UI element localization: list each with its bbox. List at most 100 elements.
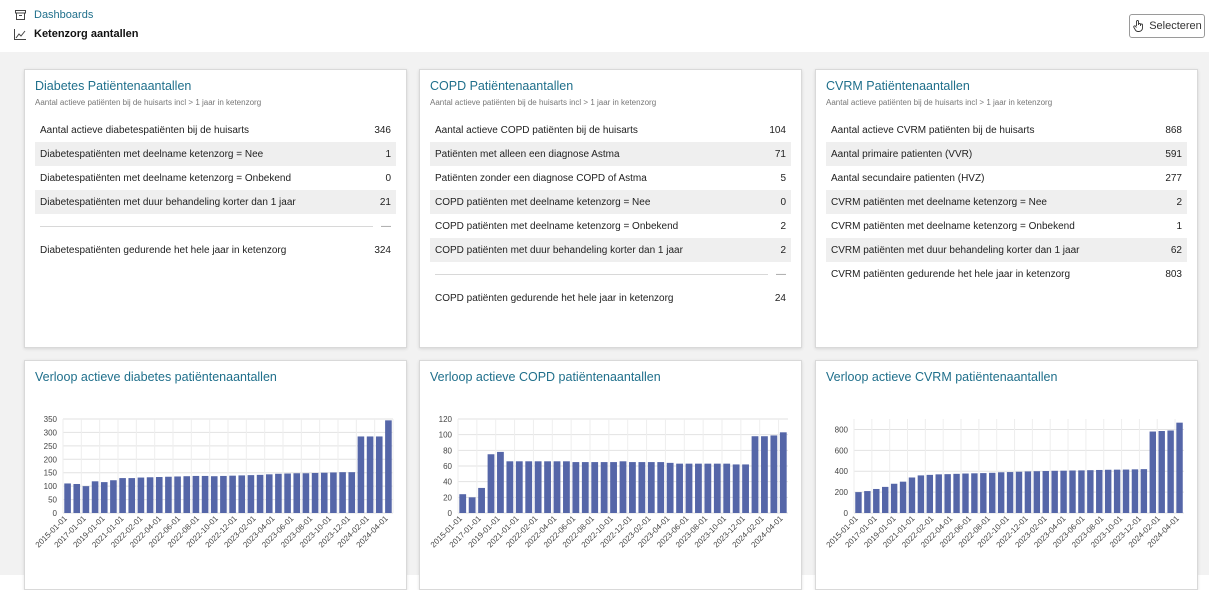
chart-bar[interactable] [935, 474, 942, 513]
chart-bar[interactable] [348, 472, 356, 513]
chart-bar[interactable] [629, 462, 636, 513]
chart-bar[interactable] [385, 420, 392, 513]
chart-bar[interactable] [685, 463, 693, 513]
chart-bar[interactable] [704, 463, 712, 513]
chart-bar[interactable] [989, 472, 996, 513]
chart-bar[interactable] [1078, 470, 1085, 513]
chart-bar[interactable] [1176, 422, 1183, 513]
chart-bar[interactable] [1131, 469, 1139, 513]
chart-bar[interactable] [572, 462, 580, 513]
chart-bar[interactable] [1167, 430, 1174, 513]
chart-bar[interactable] [478, 487, 485, 513]
chart-bar[interactable] [64, 483, 71, 513]
chart-bar[interactable] [581, 462, 589, 513]
chart-bar[interactable] [487, 454, 495, 513]
chart-bar[interactable] [890, 483, 898, 513]
chart-bar[interactable] [1015, 471, 1023, 513]
chart-bar[interactable] [155, 477, 163, 513]
chart-bar[interactable] [1042, 471, 1049, 513]
chart-bar[interactable] [695, 463, 702, 513]
chart-bar[interactable] [311, 472, 319, 513]
chart-bar[interactable] [73, 483, 81, 513]
chart-bar[interactable] [1158, 431, 1165, 513]
chart-bar[interactable] [751, 436, 759, 513]
chart-bar[interactable] [742, 464, 749, 513]
chart-bar[interactable] [1096, 469, 1103, 513]
chart-bar[interactable] [1024, 471, 1032, 513]
chart-bar[interactable] [1113, 469, 1121, 513]
chart-bar[interactable] [553, 461, 561, 513]
chart-bar[interactable] [917, 475, 925, 513]
chart-bar[interactable] [330, 472, 337, 513]
chart-bar[interactable] [1069, 470, 1076, 513]
chart-bar[interactable] [210, 476, 218, 513]
chart-bar[interactable] [183, 476, 191, 513]
chart-bar[interactable] [666, 462, 674, 513]
chart-bar[interactable] [1060, 470, 1067, 513]
chart-bar[interactable] [638, 462, 646, 513]
select-button[interactable]: Selecteren [1129, 14, 1205, 38]
chart-bar[interactable] [761, 436, 768, 513]
chart-bar[interactable] [146, 477, 154, 513]
chart-bar[interactable] [497, 451, 504, 513]
chart-bar[interactable] [201, 475, 209, 513]
chart-bar[interactable] [855, 492, 862, 513]
chart-bar[interactable] [873, 488, 880, 513]
chart-bar[interactable] [1033, 471, 1041, 513]
chart-bar[interactable] [320, 472, 328, 513]
chart-bar[interactable] [899, 481, 907, 513]
chart-bar[interactable] [1122, 469, 1130, 513]
chart-bar[interactable] [165, 476, 172, 513]
chart-bar[interactable] [119, 478, 126, 513]
chart-bar[interactable] [779, 432, 787, 513]
chart-bar[interactable] [506, 461, 514, 513]
chart-bar[interactable] [256, 474, 264, 513]
chart-bar[interactable] [610, 462, 617, 513]
chart-bar[interactable] [971, 473, 978, 513]
chart-bar[interactable] [908, 477, 916, 513]
chart-bar[interactable] [657, 462, 665, 513]
chart-bar[interactable] [247, 475, 255, 513]
chart-bar[interactable] [882, 486, 889, 513]
chart-bar[interactable] [1087, 470, 1094, 513]
chart-bar[interactable] [459, 494, 467, 513]
chart-bar[interactable] [591, 462, 599, 513]
chart-bar[interactable] [1149, 431, 1156, 513]
breadcrumb-dashboards-link[interactable]: Dashboards [34, 9, 93, 21]
chart-bar[interactable] [534, 461, 542, 513]
chart-bar[interactable] [174, 476, 181, 513]
chart-bar[interactable] [563, 461, 570, 513]
chart-bar[interactable] [91, 481, 99, 513]
chart-bar[interactable] [82, 486, 90, 513]
chart-bar[interactable] [997, 472, 1005, 513]
chart-bar[interactable] [1140, 469, 1148, 513]
chart-bar[interactable] [128, 478, 136, 513]
chart-bar[interactable] [468, 497, 476, 513]
chart-bar[interactable] [137, 477, 145, 513]
chart-bar[interactable] [293, 473, 301, 513]
chart-bar[interactable] [953, 473, 960, 513]
chart-bar[interactable] [284, 473, 291, 513]
chart-bar[interactable] [192, 475, 200, 513]
chart-bar[interactable] [302, 473, 310, 513]
chart-bar[interactable] [1104, 469, 1112, 513]
chart-bar[interactable] [339, 472, 346, 513]
chart-bar[interactable] [544, 461, 551, 513]
chart-bar[interactable] [265, 474, 273, 513]
chart-bar[interactable] [375, 436, 383, 513]
chart-bar[interactable] [366, 436, 374, 513]
chart-bar[interactable] [220, 475, 227, 513]
chart-bar[interactable] [962, 473, 969, 513]
chart-bar[interactable] [944, 474, 951, 513]
chart-bar[interactable] [732, 464, 740, 513]
chart-bar[interactable] [357, 436, 365, 513]
chart-bar[interactable] [600, 462, 608, 513]
chart-bar[interactable] [100, 482, 108, 513]
chart-bar[interactable] [864, 491, 871, 513]
chart-bar[interactable] [926, 474, 934, 513]
chart-bar[interactable] [619, 461, 627, 513]
chart-bar[interactable] [980, 473, 987, 513]
chart-bar[interactable] [723, 463, 731, 513]
chart-bar[interactable] [647, 462, 655, 513]
chart-bar[interactable] [713, 463, 721, 513]
